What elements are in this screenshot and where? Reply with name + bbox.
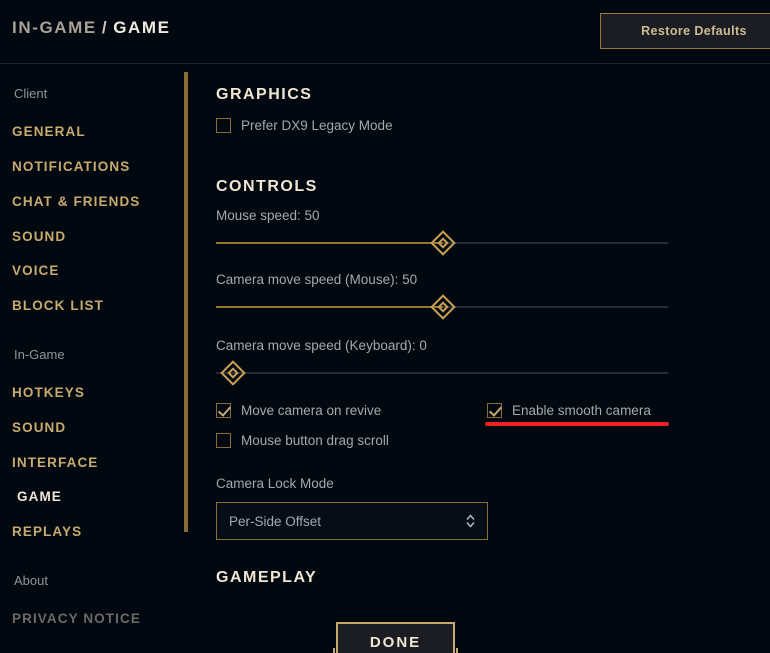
done-button-left-tick-icon (333, 648, 335, 653)
slider-camera-move-speed-mouse[interactable] (216, 294, 668, 320)
checkbox-move-camera-on-revive[interactable] (216, 403, 231, 418)
checkbox-row-mouse-button-drag-scroll[interactable]: Mouse button drag scroll (216, 433, 389, 448)
slider-track (216, 372, 668, 374)
slider-fill (216, 242, 443, 244)
restore-defaults-button[interactable]: Restore Defaults (600, 13, 770, 49)
chevron-up-down-svg (466, 514, 475, 528)
checkbox-label-enable-smooth-camera: Enable smooth camera (512, 403, 651, 418)
checkbox-row-prefer-dx9[interactable]: Prefer DX9 Legacy Mode (216, 118, 393, 133)
label-mouse-speed: Mouse speed: 50 (216, 208, 320, 223)
checkbox-label-prefer-dx9: Prefer DX9 Legacy Mode (241, 118, 393, 133)
slider-handle-camera-keyboard[interactable] (220, 360, 246, 386)
done-button-right-tick-icon (456, 648, 458, 653)
settings-content-panel: GRAPHICS Prefer DX9 Legacy Mode CONTROLS… (0, 65, 668, 653)
dropdown-camera-lock-mode[interactable]: Per-Side Offset (216, 502, 488, 540)
label-camera-lock-mode: Camera Lock Mode (216, 476, 334, 491)
chevron-up-down-icon (466, 514, 475, 528)
slider-camera-move-speed-keyboard[interactable] (216, 360, 668, 386)
dropdown-value-camera-lock-mode: Per-Side Offset (229, 513, 322, 529)
checkbox-enable-smooth-camera[interactable] (487, 403, 502, 418)
done-button[interactable]: DONE (336, 622, 455, 653)
checkbox-row-move-camera-on-revive[interactable]: Move camera on revive (216, 403, 381, 418)
slider-fill (216, 306, 443, 308)
slider-mouse-speed[interactable] (216, 230, 668, 256)
header-bar: IN-GAME / GAME Restore Defaults (0, 0, 770, 64)
annotation-underline-enable-smooth-camera (485, 422, 669, 426)
slider-handle-camera-mouse[interactable] (430, 294, 456, 320)
label-camera-move-speed-mouse: Camera move speed (Mouse): 50 (216, 272, 418, 287)
section-title-graphics: GRAPHICS (216, 86, 313, 103)
breadcrumb-parent[interactable]: IN-GAME (12, 18, 97, 37)
settings-window: IN-GAME / GAME Restore Defaults Client GEN… (0, 0, 770, 653)
checkbox-label-mouse-button-drag-scroll: Mouse button drag scroll (241, 433, 389, 448)
slider-handle-mouse-speed[interactable] (430, 230, 456, 256)
label-camera-move-speed-keyboard: Camera move speed (Keyboard): 0 (216, 338, 427, 353)
breadcrumb: IN-GAME / GAME (12, 18, 171, 38)
breadcrumb-separator: / (101, 18, 109, 37)
checkbox-row-enable-smooth-camera[interactable]: Enable smooth camera (487, 403, 651, 418)
section-title-controls: CONTROLS (216, 178, 318, 195)
breadcrumb-current: GAME (113, 18, 171, 37)
checkbox-mouse-button-drag-scroll[interactable] (216, 433, 231, 448)
section-title-gameplay: GAMEPLAY (216, 569, 318, 586)
checkbox-label-move-camera-on-revive: Move camera on revive (241, 403, 382, 418)
checkbox-prefer-dx9[interactable] (216, 118, 231, 133)
